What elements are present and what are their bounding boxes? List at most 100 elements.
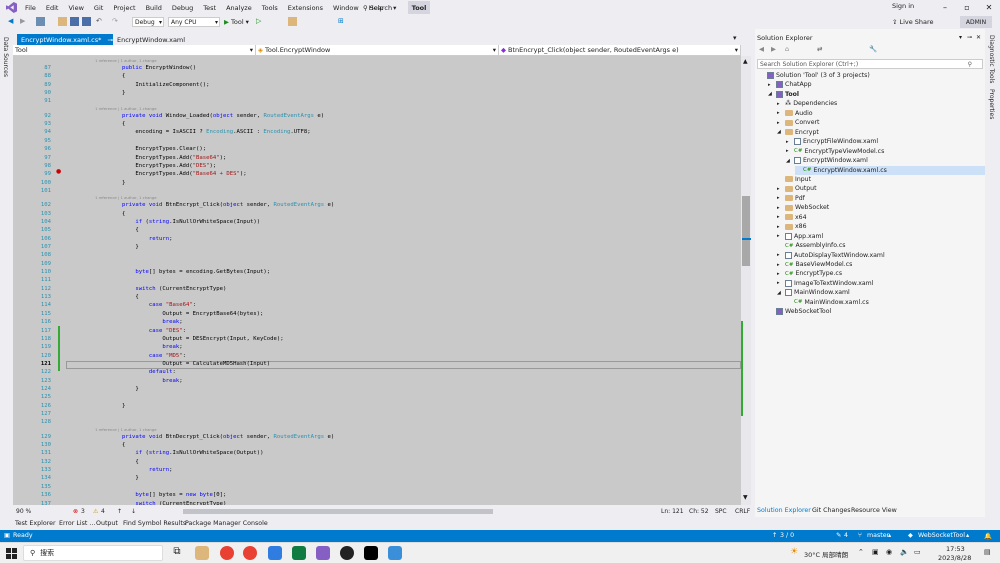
- configuration-select[interactable]: Debug ▾: [132, 17, 164, 27]
- tab-test-explorer[interactable]: Test Explorer: [15, 520, 56, 527]
- horizontal-scroll-thumb[interactable]: [183, 509, 493, 514]
- home-icon[interactable]: ⌂: [785, 45, 789, 53]
- menu-tools[interactable]: Tools: [257, 4, 283, 12]
- menu-edit[interactable]: Edit: [41, 4, 64, 12]
- capcut-icon[interactable]: [364, 546, 378, 560]
- scroll-up-icon[interactable]: ▲: [743, 58, 748, 65]
- tab-encryptwindow-xaml-cs[interactable]: EncryptWindow.xaml.cs* ⊸ ✕: [17, 34, 121, 45]
- wrench-icon[interactable]: 🔧: [869, 45, 877, 53]
- save-icon[interactable]: [70, 17, 79, 26]
- code-editor[interactable]: 87 88 89 90 91 92 93 94 95 96 97 98 99 100 101 102 103 10…: [13, 56, 741, 505]
- down-arrow-icon[interactable]: ↓: [131, 508, 136, 515]
- tree-item[interactable]: ▸ x86: [777, 222, 985, 231]
- codelens-info[interactable]: 1 reference | 1 author, 1 change: [95, 195, 157, 200]
- up-arrow-icon[interactable]: ↑: [117, 508, 122, 515]
- codelens-info[interactable]: 1 reference | 1 author, 1 change: [95, 58, 157, 63]
- codelens-info[interactable]: 1 reference | 1 author, 1 change: [95, 106, 157, 111]
- menu-project[interactable]: Project: [108, 4, 140, 12]
- sign-in-link[interactable]: Sign in: [892, 2, 914, 10]
- member-dropdown[interactable]: ◆ BtnEncrypt_Click(object sender, RoutedE…: [499, 45, 741, 55]
- tree-item[interactable]: ▸ C# EncryptType.cs: [777, 269, 985, 278]
- tray-chevron-icon[interactable]: ⌃: [858, 548, 864, 556]
- project-dropdown[interactable]: Tool ▾: [13, 45, 256, 55]
- menu-build[interactable]: Build: [141, 4, 167, 12]
- tab-git-changes[interactable]: Git Changes: [812, 507, 851, 514]
- back-icon[interactable]: ◀: [8, 17, 17, 26]
- chevron-down-icon[interactable]: ▾: [959, 34, 962, 41]
- new-project-icon[interactable]: [36, 17, 45, 26]
- tree-item[interactable]: ▸ ChatApp: [768, 80, 985, 89]
- menu-test[interactable]: Test: [198, 4, 221, 12]
- close-icon[interactable]: ✕: [976, 34, 981, 41]
- file-explorer-icon[interactable]: [195, 546, 209, 560]
- weather-text[interactable]: 30°C 局部晴朗: [804, 549, 848, 559]
- tab-package-manager-console[interactable]: Package Manager Console: [185, 520, 268, 527]
- tree-item[interactable]: ▸ C# EncryptTypeViewModel.cs: [786, 147, 985, 156]
- tree-item[interactable]: Solution 'Tool' (3 of 3 projects): [759, 71, 985, 80]
- expand-arrow-icon[interactable]: ◢: [786, 158, 794, 164]
- close-icon[interactable]: ✕: [978, 0, 1000, 15]
- volume-icon[interactable]: 🔈: [900, 548, 909, 556]
- battery-icon[interactable]: ▭: [914, 548, 921, 556]
- tree-item[interactable]: ▸ ImageToTextWindow.xaml: [777, 279, 985, 288]
- expand-arrow-icon[interactable]: ▸: [777, 101, 785, 107]
- windows-start-icon[interactable]: [6, 548, 17, 559]
- zoom-level[interactable]: 90 %: [16, 508, 31, 515]
- codelens-info[interactable]: 1 reference | 1 author, 1 change: [95, 427, 157, 432]
- live-share-button[interactable]: ⇪ Live Share: [892, 18, 934, 26]
- tree-item[interactable]: WebSocketTool: [768, 307, 985, 316]
- tab-error-list[interactable]: Error List ...: [59, 520, 95, 527]
- diagnostic-tools-tab[interactable]: Diagnostic Tools: [988, 35, 995, 83]
- tree-item[interactable]: ◢ Encrypt: [777, 128, 985, 137]
- open-icon[interactable]: [58, 17, 67, 26]
- forward-icon[interactable]: ▶: [771, 45, 776, 53]
- warning-count[interactable]: 4: [101, 508, 105, 515]
- vertical-scrollbar[interactable]: ▲ ▼: [741, 56, 751, 505]
- notifications-icon[interactable]: ▤: [984, 548, 991, 556]
- notification-icon[interactable]: 🔔: [984, 532, 992, 540]
- tab-solution-explorer[interactable]: Solution Explorer: [757, 507, 811, 514]
- save-all-icon[interactable]: [82, 17, 91, 26]
- taskbar-search[interactable]: ⚲ 搜索: [23, 545, 163, 561]
- tree-item[interactable]: ▸ x64: [777, 213, 985, 222]
- solution-explorer-search[interactable]: Search Solution Explorer (Ctrl+;) ⚲: [757, 59, 983, 69]
- expand-arrow-icon[interactable]: ◢: [768, 91, 776, 97]
- menu-file[interactable]: File: [20, 4, 41, 12]
- expand-arrow-icon[interactable]: ▸: [777, 214, 785, 220]
- menu-analyze[interactable]: Analyze: [221, 4, 257, 12]
- menu-git[interactable]: Git: [89, 4, 108, 12]
- tree-item[interactable]: Input: [777, 175, 985, 184]
- clock-date[interactable]: 2023/8/28: [938, 554, 971, 562]
- maximize-icon[interactable]: ▫: [956, 0, 978, 15]
- forward-icon[interactable]: ▶: [20, 17, 29, 26]
- expand-arrow-icon[interactable]: ▸: [777, 280, 785, 286]
- align-icon[interactable]: ⊞: [338, 17, 347, 26]
- expand-arrow-icon[interactable]: ▸: [777, 195, 785, 201]
- redo-icon[interactable]: ↷: [112, 17, 121, 26]
- tab-encryptwindow-xaml[interactable]: EncryptWindow.xaml: [113, 34, 188, 45]
- app-icon[interactable]: [388, 546, 402, 560]
- network-icon[interactable]: ◉: [886, 548, 892, 556]
- pin-icon[interactable]: ⊸: [967, 34, 972, 41]
- tree-item[interactable]: C# EncryptWindow.xaml.cs: [795, 165, 985, 175]
- chrome-icon[interactable]: [243, 546, 257, 560]
- task-view-icon[interactable]: ⧉: [170, 546, 184, 560]
- tree-item[interactable]: ▸ Pdf: [777, 194, 985, 203]
- app-icon[interactable]: [268, 546, 282, 560]
- expand-arrow-icon[interactable]: ▸: [777, 120, 785, 126]
- expand-arrow-icon[interactable]: ▸: [786, 139, 794, 145]
- clock-time[interactable]: 17:53: [946, 545, 965, 553]
- expand-arrow-icon[interactable]: ▸: [786, 148, 794, 154]
- tree-item[interactable]: ▸ C# BaseViewModel.cs: [777, 260, 985, 269]
- tab-output[interactable]: Output: [96, 520, 118, 527]
- menu-extensions[interactable]: Extensions: [283, 4, 328, 12]
- class-dropdown[interactable]: ◈ Tool.EncryptWindow ▾: [256, 45, 499, 55]
- browse-icon[interactable]: [288, 17, 297, 26]
- tree-item[interactable]: ◢ MainWindow.xaml: [777, 288, 985, 297]
- tree-item[interactable]: ▸ ⁂ Dependencies: [777, 99, 985, 108]
- expand-arrow-icon[interactable]: ▸: [777, 271, 785, 277]
- expand-arrow-icon[interactable]: ▸: [777, 110, 785, 116]
- admin-badge[interactable]: ADMIN: [960, 16, 992, 28]
- expand-arrow-icon[interactable]: ◢: [777, 129, 785, 135]
- undo-icon[interactable]: ↶: [96, 17, 105, 26]
